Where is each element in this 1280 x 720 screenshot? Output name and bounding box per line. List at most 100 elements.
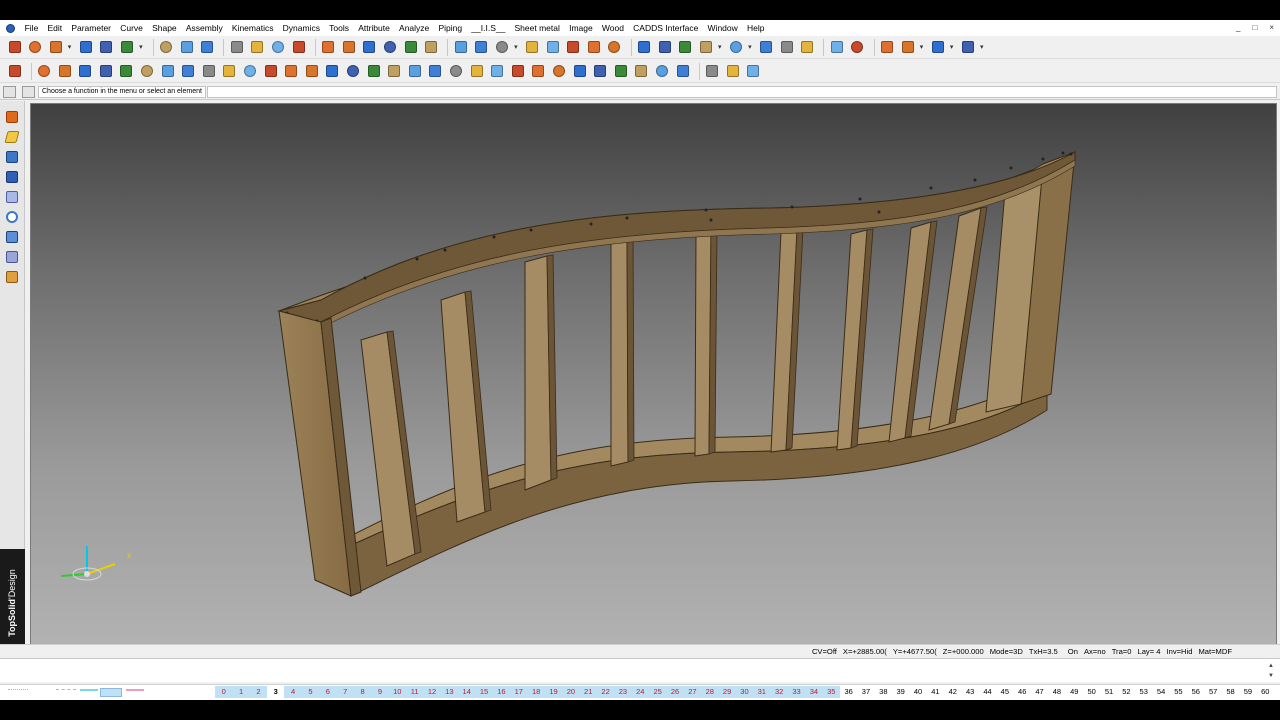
on-status[interactable]: On — [1068, 647, 1078, 656]
transparency-status[interactable]: Tra=0 — [1112, 647, 1132, 656]
saw-icon[interactable] — [653, 63, 670, 80]
dropdown-arrow-icon[interactable]: ▾ — [68, 43, 72, 51]
line-style-pink[interactable] — [126, 689, 144, 697]
alert-icon[interactable] — [879, 39, 896, 56]
layer-55[interactable]: 55 — [1170, 686, 1187, 698]
layer-46[interactable]: 46 — [1014, 686, 1031, 698]
viewport-canvas[interactable]: x — [31, 104, 1277, 661]
menu-help[interactable]: Help — [742, 20, 769, 36]
layer-30[interactable]: 30 — [735, 686, 754, 698]
divider-panel[interactable] — [694, 226, 718, 457]
dropdown-arrow-icon[interactable]: ▾ — [748, 43, 752, 51]
sheet-icon[interactable] — [571, 63, 588, 80]
dropdown-arrow-icon[interactable]: ▾ — [139, 43, 143, 51]
zoom-icon[interactable] — [228, 39, 245, 56]
menu-tools[interactable]: Tools — [325, 20, 354, 36]
frame-icon[interactable] — [524, 39, 541, 56]
cut-icon[interactable] — [361, 39, 378, 56]
edge-icon[interactable] — [242, 63, 259, 80]
shape-icon[interactable] — [473, 39, 490, 56]
layer-13[interactable]: 13 — [440, 686, 459, 698]
find-icon[interactable] — [56, 63, 73, 80]
layer-43[interactable]: 43 — [961, 686, 978, 698]
layer-2[interactable]: 2 — [249, 686, 268, 698]
target-palette-icon[interactable] — [4, 209, 20, 224]
3d-viewport[interactable]: x — [30, 103, 1277, 661]
layer-40[interactable]: 40 — [909, 686, 926, 698]
adjust-icon[interactable] — [270, 39, 287, 56]
screen-icon[interactable] — [636, 39, 653, 56]
layer-icon[interactable] — [585, 39, 602, 56]
layer-37[interactable]: 37 — [857, 686, 874, 698]
dropdown-arrow-icon[interactable]: ▾ — [950, 43, 954, 51]
layer-19[interactable]: 19 — [544, 686, 563, 698]
layer-48[interactable]: 48 — [1048, 686, 1065, 698]
scissors-icon[interactable] — [423, 39, 440, 56]
stretch-icon[interactable] — [745, 63, 762, 80]
measure-icon[interactable] — [290, 39, 307, 56]
divider-panel[interactable] — [524, 254, 558, 491]
layer-35[interactable]: 35 — [822, 686, 840, 698]
paint-icon[interactable] — [340, 39, 357, 56]
layer-22[interactable]: 22 — [596, 686, 615, 698]
menu-i-i-s[interactable]: __I.I.S__ — [467, 20, 510, 36]
dropdown-arrow-icon[interactable]: ▾ — [718, 43, 722, 51]
panel-icon[interactable] — [139, 63, 156, 80]
layer-41[interactable]: 41 — [927, 686, 944, 698]
mode-status[interactable]: Mode=3D — [990, 647, 1023, 656]
material-palette-icon[interactable] — [4, 249, 20, 264]
layer-38[interactable]: 38 — [875, 686, 892, 698]
layer-49[interactable]: 49 — [1066, 686, 1083, 698]
dowel-icon[interactable] — [283, 63, 300, 80]
left-end-panel[interactable] — [278, 310, 362, 597]
material-status[interactable]: Mat=MDF — [1198, 647, 1232, 656]
connect-icon[interactable] — [612, 63, 629, 80]
layer-7[interactable]: 7 — [336, 686, 354, 698]
menu-assembly[interactable]: Assembly — [181, 20, 227, 36]
layer-24[interactable]: 24 — [631, 686, 649, 698]
shade-icon[interactable] — [727, 39, 744, 56]
plank-icon[interactable] — [324, 63, 341, 80]
menu-shape[interactable]: Shape — [147, 20, 181, 36]
divider-panel[interactable] — [440, 290, 492, 523]
menu-piping[interactable]: Piping — [434, 20, 467, 36]
layer-4[interactable]: 4 — [284, 686, 302, 698]
frame-part-icon[interactable] — [200, 63, 217, 80]
folder-icon[interactable] — [530, 63, 547, 80]
layer-52[interactable]: 52 — [1118, 686, 1135, 698]
link-icon[interactable] — [320, 39, 337, 56]
menu-edit[interactable]: Edit — [43, 20, 67, 36]
print-icon[interactable] — [118, 39, 135, 56]
layer-12[interactable]: 12 — [423, 686, 441, 698]
layer-36[interactable]: 36 — [840, 686, 857, 698]
layer-50[interactable]: 50 — [1083, 686, 1100, 698]
tube-icon[interactable] — [592, 63, 609, 80]
divider-panel[interactable] — [770, 228, 804, 453]
layer-42[interactable]: 42 — [944, 686, 961, 698]
settings-icon[interactable] — [3, 86, 16, 98]
menu-analyze[interactable]: Analyze — [394, 20, 433, 36]
divider-panel[interactable] — [888, 220, 938, 443]
menu-curve[interactable]: Curve — [116, 20, 148, 36]
layer-60[interactable]: 60 — [1257, 686, 1274, 698]
app-icon[interactable] — [0, 20, 20, 36]
layer-5[interactable]: 5 — [301, 686, 320, 698]
menu-dynamics[interactable]: Dynamics — [278, 20, 325, 36]
pen-icon[interactable] — [22, 86, 35, 98]
layer-17[interactable]: 17 — [510, 686, 528, 698]
layer-20[interactable]: 20 — [562, 686, 580, 698]
line-style-dashed[interactable] — [56, 689, 76, 697]
clip-icon[interactable] — [828, 39, 845, 56]
layer-32[interactable]: 32 — [770, 686, 788, 698]
view-icon[interactable] — [199, 39, 216, 56]
layer-status[interactable]: Lay= 4 — [1137, 647, 1160, 656]
layer-53[interactable]: 53 — [1135, 686, 1152, 698]
lock-icon[interactable] — [606, 39, 623, 56]
circle-icon[interactable] — [36, 63, 53, 80]
hatch-icon[interactable] — [959, 39, 976, 56]
line-style-selected[interactable] — [100, 688, 122, 697]
layer-54[interactable]: 54 — [1152, 686, 1169, 698]
menu-attribute[interactable]: Attribute — [354, 20, 395, 36]
bend-icon[interactable] — [468, 63, 485, 80]
layer-58[interactable]: 58 — [1222, 686, 1239, 698]
